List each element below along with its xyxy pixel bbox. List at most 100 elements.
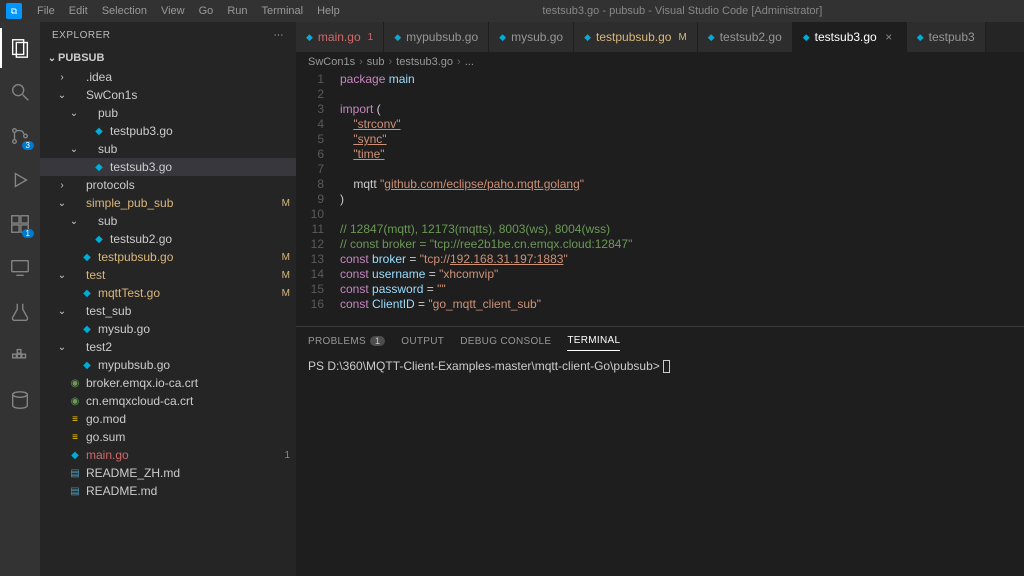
panel-tab-problems[interactable]: PROBLEMS1 [308,332,385,351]
tree-item[interactable]: ⌄pub [40,104,296,122]
title-bar: ⧉ FileEditSelectionViewGoRunTerminalHelp… [0,0,1024,22]
vscode-logo: ⧉ [6,3,22,19]
activity-bar: 3 1 [0,22,40,576]
breadcrumb[interactable]: SwCon1s›sub›testsub3.go›... [296,52,1024,72]
extensions-icon[interactable]: 1 [0,204,40,244]
file-icon: ◆ [708,32,715,43]
tree-item[interactable]: ◆testpub3.go [40,122,296,140]
file-label: cn.emqxcloud-ca.crt [86,394,193,408]
menu-terminal[interactable]: Terminal [255,5,311,17]
menu-view[interactable]: View [154,5,192,17]
chevron-icon: ⌄ [56,90,68,101]
file-label: mypubsub.go [98,358,170,372]
panel-tab-output[interactable]: OUTPUT [401,332,444,351]
file-label: testsub2.go [110,232,172,246]
editor-tab[interactable]: ◆mysub.go [489,22,574,52]
tree-item[interactable]: ≡go.mod [40,410,296,428]
file-icon: ◆ [394,32,401,43]
file-label: SwCon1s [86,88,137,102]
tree-item[interactable]: ◆mqttTest.goM [40,284,296,302]
file-icon [80,106,94,120]
tree-item[interactable]: ⌄sub [40,212,296,230]
tree-item[interactable]: ▤README.md [40,482,296,500]
file-label: broker.emqx.io-ca.crt [86,376,198,390]
run-debug-icon[interactable] [0,160,40,200]
tree-item[interactable]: ⌄test2 [40,338,296,356]
tree-item[interactable]: ⌄ SwCon1s [40,86,296,104]
tree-item[interactable]: ›.idea [40,68,296,86]
terminal[interactable]: PS D:\360\MQTT-Client-Examples-master\mq… [296,355,1024,576]
file-icon: ◆ [306,32,313,43]
editor-tab[interactable]: ◆mypubsub.go [384,22,489,52]
editor-tab[interactable]: ◆ testsub2.go [698,22,793,52]
docker-icon[interactable] [0,336,40,376]
file-icon [68,178,82,192]
sidebar: EXPLORER ⋯ ⌄ PUBSUB ›.idea⌄SwCon1s⌄pub◆t… [40,22,296,576]
tree-item[interactable]: ›protocols [40,176,296,194]
search-icon[interactable] [0,72,40,112]
chevron-icon: › [56,72,68,83]
tree-item[interactable]: ⌄simple_pub_subM [40,194,296,212]
file-icon: ▤ [68,466,82,480]
tree-item[interactable]: ◆testpubsub.goM [40,248,296,266]
tree-item[interactable]: ◆main.go1 [40,446,296,464]
chevron-icon: ⌄ [68,144,80,155]
breadcrumb-item[interactable]: sub [367,56,385,68]
file-label: sub [98,142,117,156]
file-icon: ◆ [68,448,82,462]
menu-go[interactable]: Go [192,5,221,17]
menu-selection[interactable]: Selection [95,5,154,17]
menu-edit[interactable]: Edit [62,5,95,17]
editor-tab[interactable]: ◆main.go1 [296,22,384,52]
tree-item[interactable]: ◉broker.emqx.io-ca.crt [40,374,296,392]
code-editor[interactable]: 12345678910111213141516 package main imp… [296,72,1024,326]
editor-tabs: ◆main.go1◆mypubsub.go◆mysub.go◆testpubsu… [296,22,1024,52]
line-gutter: 12345678910111213141516 [296,72,336,326]
tab-label: testsub2.go [720,30,782,44]
source-control-icon[interactable]: 3 [0,116,40,156]
file-label: go.mod [86,412,126,426]
chevron-icon: › [56,180,68,191]
tree-item[interactable]: ◆testsub2.go [40,230,296,248]
file-label: main.go [86,448,129,462]
window-title: testsub3.go - pubsub - Visual Studio Cod… [347,5,1018,17]
more-icon[interactable]: ⋯ [274,30,285,41]
file-icon: ◆ [80,358,94,372]
remote-icon[interactable] [0,248,40,288]
breadcrumb-item[interactable]: testsub3.go [396,56,453,68]
tree-item[interactable]: ◉cn.emqxcloud-ca.crt [40,392,296,410]
editor-tab[interactable]: ◆testpubsub.goM [574,22,698,52]
tree-item[interactable]: ⌄ sub [40,140,296,158]
close-icon[interactable]: × [882,30,896,44]
explorer-icon[interactable] [0,28,40,68]
panel-tab-terminal[interactable]: TERMINAL [567,331,620,351]
file-icon [68,196,82,210]
menu-file[interactable]: File [30,5,62,17]
tab-status: M [678,32,686,43]
editor-tab[interactable]: ◆testpub3 [907,22,986,52]
database-icon[interactable] [0,380,40,420]
tree-item[interactable]: ▤README_ZH.md [40,464,296,482]
menu-bar: FileEditSelectionViewGoRunTerminalHelp [30,5,347,17]
tree-item[interactable]: ⌄test_sub [40,302,296,320]
file-label: simple_pub_sub [86,196,173,210]
breadcrumb-item[interactable]: ... [465,56,474,68]
workspace-folder[interactable]: ⌄ PUBSUB [40,48,296,68]
tree-item[interactable]: ≡go.sum [40,428,296,446]
editor-tab[interactable]: ◆testsub3.go× [793,22,907,52]
menu-help[interactable]: Help [310,5,347,17]
code-lines[interactable]: package main import ( "strconv" "sync" "… [336,72,1024,326]
modified-badge: M [282,288,290,299]
tree-item[interactable]: ◆mysub.go [40,320,296,338]
file-icon [68,268,82,282]
breadcrumb-item[interactable]: SwCon1s [308,56,355,68]
file-label: testpub3.go [110,124,173,138]
file-icon: ◆ [803,32,810,43]
menu-run[interactable]: Run [220,5,254,17]
test-icon[interactable] [0,292,40,332]
tree-item[interactable]: ◆testsub3.go [40,158,296,176]
tree-item[interactable]: ⌄testM [40,266,296,284]
tree-item[interactable]: ◆ mypubsub.go [40,356,296,374]
panel-tab-debug-console[interactable]: DEBUG CONSOLE [460,332,551,351]
workspace-name: PUBSUB [58,52,104,64]
